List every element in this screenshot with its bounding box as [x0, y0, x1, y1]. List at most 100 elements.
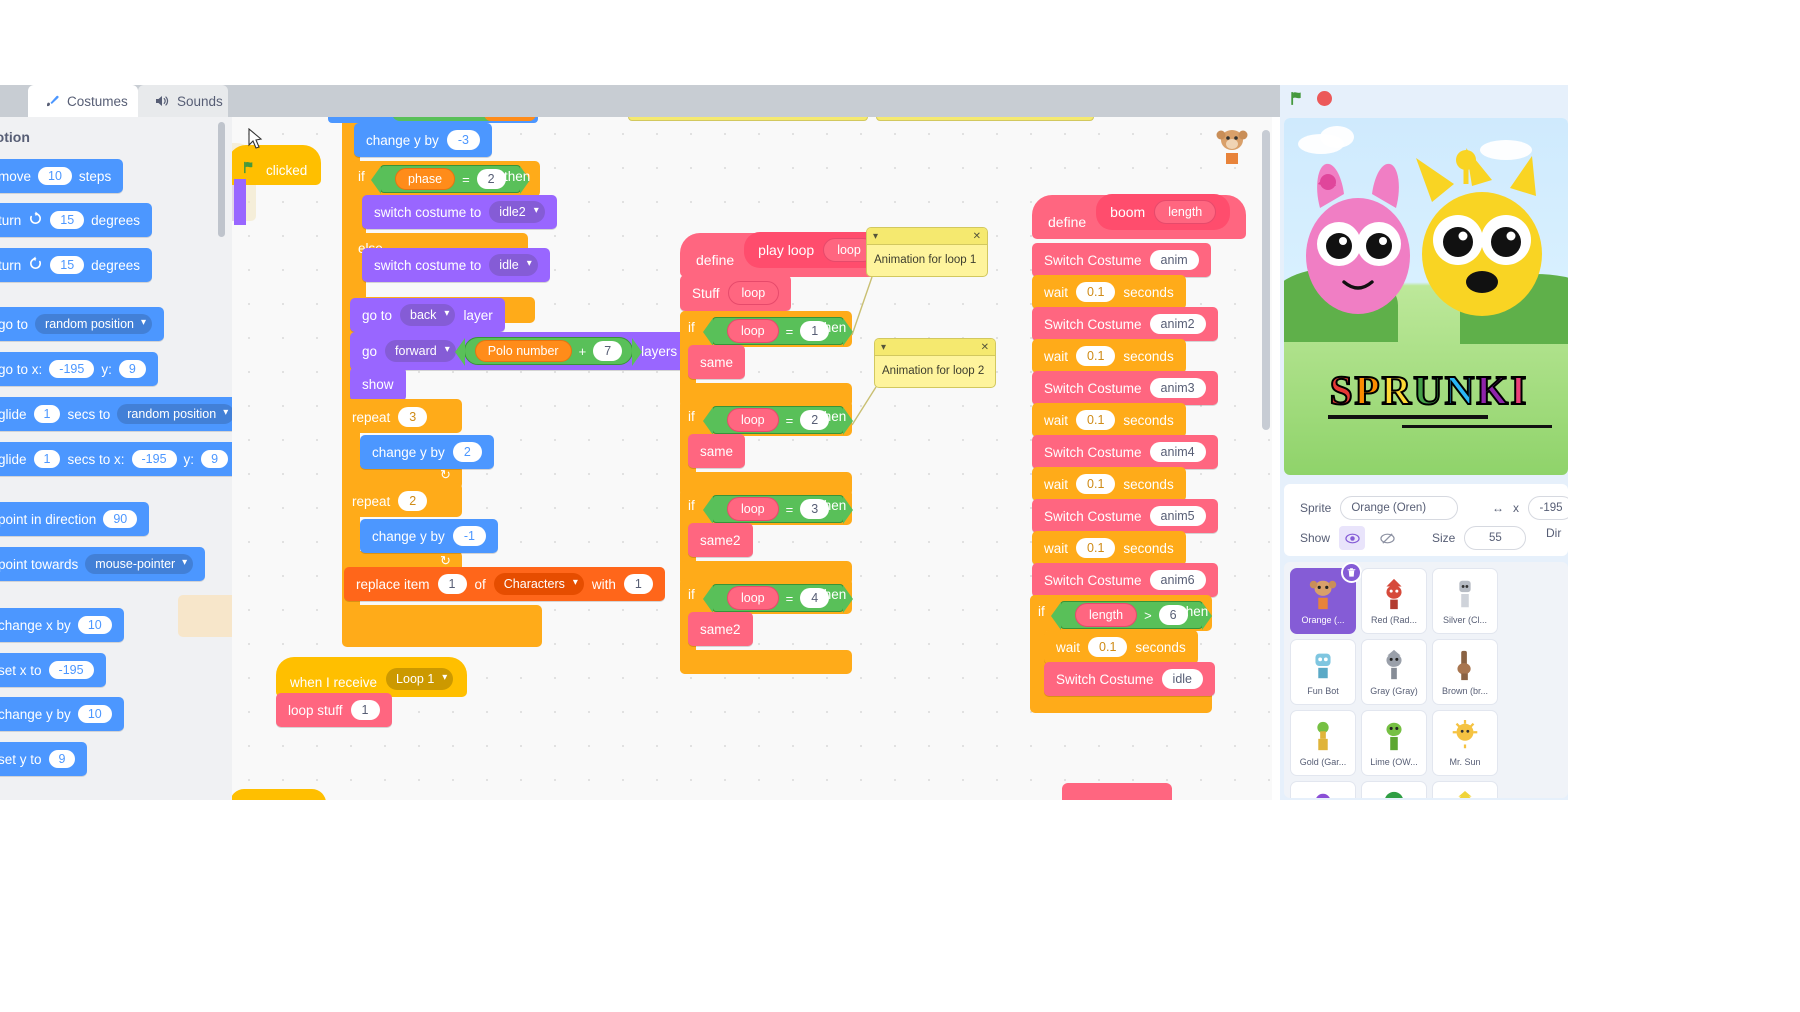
- define-boom-hat[interactable]: define boom length: [1032, 194, 1247, 239]
- change-y-value-input[interactable]: -1: [452, 526, 486, 546]
- eye-slash-icon[interactable]: [1374, 526, 1401, 550]
- palette-block-glide-xy[interactable]: glide 1 secs to x: -195 y: 9: [0, 442, 232, 476]
- boom-step-9[interactable]: wait 0.1 seconds: [1032, 531, 1186, 565]
- repeat2-change-y-block[interactable]: change y by -1: [360, 519, 498, 553]
- sprite-name-input[interactable]: Orange (Oren): [1340, 496, 1459, 520]
- turn-degrees-input[interactable]: 15: [50, 256, 85, 274]
- when-i-receive-hat[interactable]: when I receive Loop 1: [276, 657, 468, 697]
- green-flag-icon[interactable]: [1289, 90, 1306, 107]
- boom-step-5[interactable]: wait 0.1 seconds: [1032, 403, 1186, 437]
- loop-arg-reporter[interactable]: loop: [727, 586, 779, 610]
- phase-variable[interactable]: phase: [395, 168, 456, 190]
- repeat-count-input[interactable]: 2: [398, 491, 428, 511]
- boom-inner-wait-block[interactable]: wait 0.1 seconds: [1044, 630, 1198, 664]
- stop-icon[interactable]: [1317, 90, 1332, 106]
- stuff-arg-reporter[interactable]: loop: [727, 281, 780, 305]
- palette-scrollbar[interactable]: [218, 122, 225, 237]
- comment-header[interactable]: ▾ ✕: [875, 339, 995, 356]
- eye-icon[interactable]: [1339, 526, 1366, 550]
- sprite-list[interactable]: Orange (... Red (Rad... Silver (Cl... Fu…: [1284, 562, 1568, 798]
- loop-arg-reporter[interactable]: loop: [727, 319, 779, 343]
- block-palette[interactable]: Motion move 10 steps turn 15 degrees tur…: [0, 117, 232, 800]
- direction-dropdown[interactable]: forward: [385, 340, 456, 362]
- canvas-vertical-scrollbar[interactable]: [1262, 130, 1270, 430]
- repeat2-label-row[interactable]: repeat 2: [352, 491, 428, 511]
- list-item[interactable]: Mr. Tree: [1361, 781, 1427, 798]
- boom-step-6[interactable]: Switch Costume anim4: [1032, 435, 1218, 469]
- palette-block-point-direction[interactable]: point in direction 90: [0, 502, 150, 536]
- list-item[interactable]: Red (Rad...: [1361, 568, 1427, 634]
- change-y-input[interactable]: 10: [77, 705, 112, 723]
- set-x-input[interactable]: -195: [48, 661, 94, 679]
- costume-input[interactable]: anim6: [1149, 570, 1206, 590]
- wait-input[interactable]: 0.1: [1076, 410, 1116, 430]
- chevron-down-icon[interactable]: ▾: [881, 342, 886, 353]
- boom-step-0[interactable]: Switch Costume anim: [1032, 243, 1211, 277]
- list-item[interactable]: Gold (Gar...: [1290, 710, 1356, 776]
- costume-input[interactable]: anim2: [1149, 314, 1206, 334]
- list-item[interactable]: Purple (D...: [1290, 781, 1356, 798]
- turn-degrees-input[interactable]: 15: [50, 211, 85, 229]
- boom-step-2[interactable]: Switch Costume anim2: [1032, 307, 1218, 341]
- list-item[interactable]: Fun Bot: [1290, 639, 1356, 705]
- stage-view[interactable]: SPRUNKI: [1284, 118, 1568, 475]
- change-y-by-block[interactable]: change y by -3: [354, 123, 492, 157]
- list-item[interactable]: Yellow (S...: [1432, 781, 1498, 798]
- boom-step-3[interactable]: wait 0.1 seconds: [1032, 339, 1186, 373]
- go-to-back-layer-block[interactable]: go to back layer: [350, 298, 505, 332]
- palette-block-change-x[interactable]: change x by 10: [0, 608, 124, 642]
- list-dropdown[interactable]: Characters: [493, 573, 584, 595]
- glide-x-input[interactable]: -195: [131, 450, 177, 468]
- same-call-block-2[interactable]: same: [688, 434, 746, 468]
- replace-item-block[interactable]: replace item 1 of Characters with 1: [344, 567, 665, 601]
- list-item[interactable]: Orange (...: [1290, 562, 1362, 634]
- move-steps-input[interactable]: 10: [38, 167, 72, 185]
- palette-block-glide-random[interactable]: glide 1 secs to random position: [0, 397, 232, 431]
- set-y-input[interactable]: 9: [48, 750, 76, 768]
- wait-input[interactable]: 0.1: [1076, 474, 1116, 494]
- costume-input[interactable]: anim4: [1149, 442, 1206, 462]
- show-block[interactable]: show: [350, 367, 406, 401]
- palette-block-turn-left[interactable]: turn 15 degrees: [0, 248, 152, 282]
- goto-y-input[interactable]: 9: [118, 360, 146, 378]
- boom-step-4[interactable]: Switch Costume anim3: [1032, 371, 1218, 405]
- change-y-value-input[interactable]: -3: [446, 130, 480, 150]
- point-target-dropdown[interactable]: mouse-pointer: [85, 554, 194, 574]
- repeat-count-input[interactable]: 3: [398, 407, 428, 427]
- layer-dropdown[interactable]: back: [400, 304, 456, 326]
- glide-secs-input[interactable]: 1: [33, 450, 61, 468]
- trash-icon[interactable]: [1341, 562, 1362, 583]
- phase-equals-operator[interactable]: phase = 2: [371, 165, 530, 194]
- switch-costume-idle-block[interactable]: switch costume to idle: [362, 248, 550, 282]
- glide-target-dropdown[interactable]: random position: [117, 404, 232, 424]
- switch-costume-idle2-block[interactable]: switch costume to idle2: [362, 195, 557, 229]
- list-item[interactable]: Mr. Sun: [1432, 710, 1498, 776]
- close-icon[interactable]: ✕: [973, 231, 981, 242]
- list-item[interactable]: Brown (br...: [1432, 639, 1498, 705]
- list-item[interactable]: Silver (Cl...: [1432, 568, 1498, 634]
- tab-costumes[interactable]: Costumes: [28, 85, 138, 117]
- palette-block-point-towards[interactable]: point towards mouse-pointer: [0, 547, 206, 581]
- costume-input[interactable]: anim3: [1149, 378, 1206, 398]
- boom-step-10[interactable]: Switch Costume anim6: [1032, 563, 1218, 597]
- wait-input[interactable]: 0.1: [1076, 346, 1116, 366]
- costume-dropdown[interactable]: idle: [489, 254, 538, 276]
- palette-block-change-y[interactable]: change y by 10: [0, 697, 124, 731]
- sprite-size-input[interactable]: 55: [1464, 526, 1527, 550]
- comment-animation-loop-1[interactable]: ▾ ✕ Animation for loop 1: [866, 227, 988, 277]
- change-y-value-input[interactable]: 2: [452, 442, 482, 462]
- boom-inner-costume-block[interactable]: Switch Costume idle: [1044, 662, 1216, 696]
- loop-stuff-arg-input[interactable]: 1: [350, 700, 380, 720]
- palette-block-set-y[interactable]: set y to 9: [0, 742, 88, 776]
- same2-call-block-2[interactable]: same2: [688, 612, 753, 646]
- palette-block-move[interactable]: move 10 steps: [0, 159, 124, 193]
- loop-stuff-call-block[interactable]: loop stuff 1: [276, 693, 392, 727]
- goto-target-dropdown[interactable]: random position: [35, 314, 152, 334]
- length-arg-reporter[interactable]: length: [1154, 200, 1217, 224]
- polo-number-variable[interactable]: Polo number: [474, 340, 572, 362]
- goto-x-input[interactable]: -195: [49, 360, 95, 378]
- wait-input[interactable]: 0.1: [1088, 637, 1128, 657]
- same2-call-block-1[interactable]: same2: [688, 523, 753, 557]
- palette-block-set-x[interactable]: set x to -195: [0, 653, 106, 687]
- palette-block-goto-xy[interactable]: go to x: -195 y: 9: [0, 352, 158, 386]
